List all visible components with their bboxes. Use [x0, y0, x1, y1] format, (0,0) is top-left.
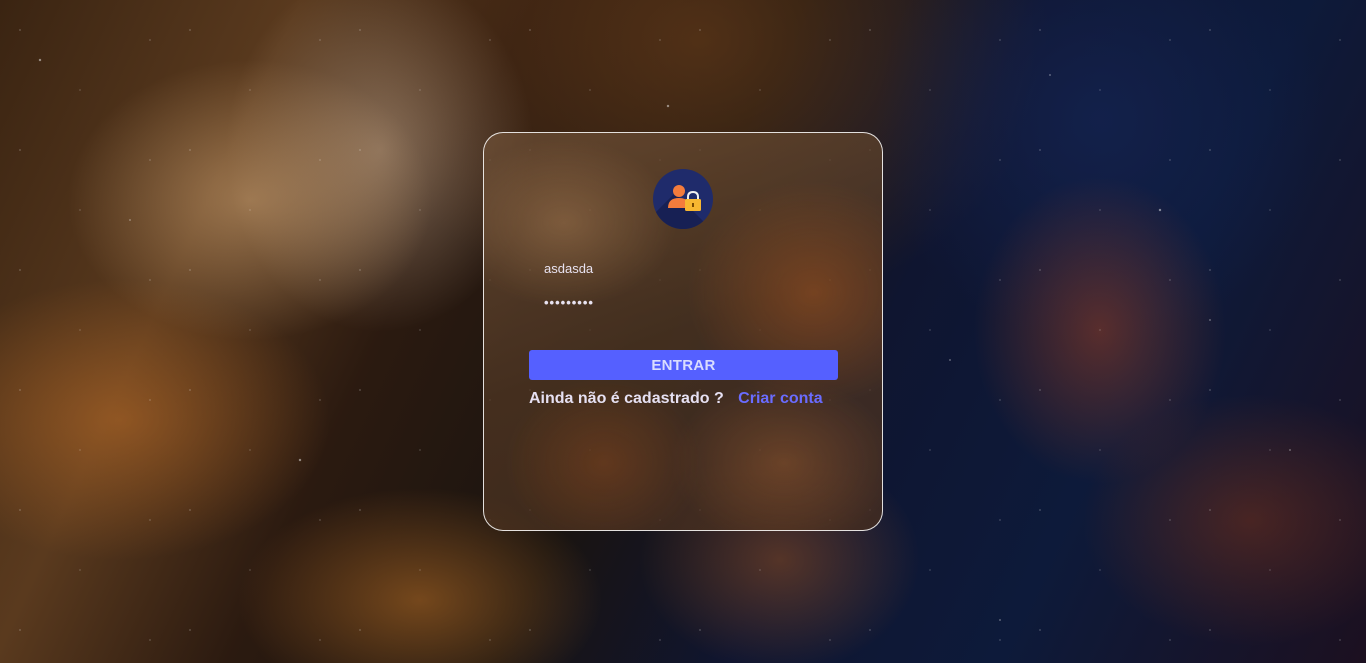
- signup-prompt: Ainda não é cadastrado ?: [529, 390, 724, 407]
- signup-row: Ainda não é cadastrado ? Criar conta: [529, 390, 823, 408]
- username-input[interactable]: [530, 257, 838, 279]
- user-lock-icon: [653, 169, 713, 229]
- password-input[interactable]: •••••••••: [530, 295, 838, 317]
- create-account-link[interactable]: Criar conta: [738, 390, 822, 407]
- login-card: ••••••••• ENTRAR Ainda não é cadastrado …: [483, 132, 883, 531]
- enter-button[interactable]: ENTRAR: [529, 350, 838, 380]
